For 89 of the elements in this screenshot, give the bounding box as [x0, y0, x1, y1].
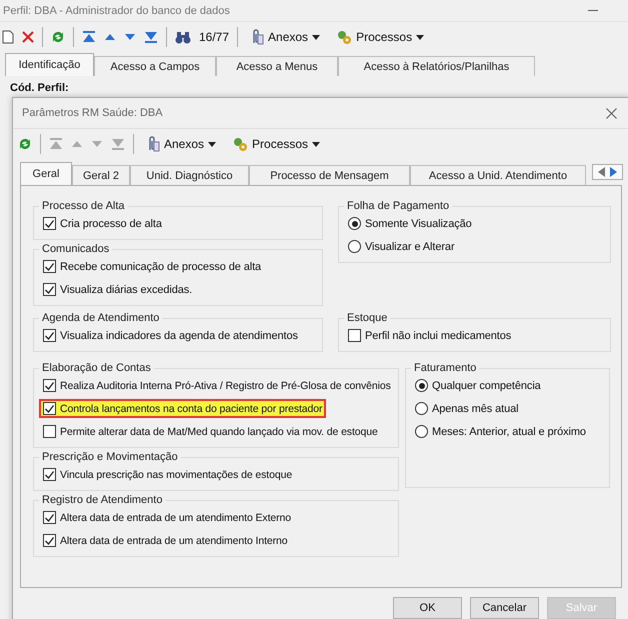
option-label[interactable]: Controla lançamentos na conta do paciente por prestador	[60, 402, 322, 414]
tab[interactable]: Acesso a Menus	[216, 56, 338, 76]
checkbox[interactable]	[43, 217, 56, 230]
checkbox[interactable]	[43, 260, 56, 273]
group-title: Folha de Pagamento	[346, 200, 450, 212]
checkmark-icon	[45, 220, 54, 228]
group-title: Comunicados	[41, 243, 110, 255]
checkmark-icon	[45, 536, 54, 544]
tab[interactable]: Geral	[20, 162, 72, 185]
checkmark-icon	[45, 286, 54, 294]
option-label[interactable]: Meses: Anterior, atual e próximo	[432, 426, 586, 438]
gears-icon	[232, 136, 248, 152]
radio-button[interactable]	[415, 379, 428, 392]
checkmark-icon	[45, 514, 54, 522]
radio-button[interactable]	[348, 240, 361, 253]
checkmark-icon	[45, 332, 54, 340]
radio-button[interactable]	[415, 402, 428, 415]
option-label[interactable]: Perfil não inclui medicamentos	[365, 330, 512, 342]
checkmark-icon	[45, 382, 54, 390]
group-title: Faturamento	[413, 362, 478, 374]
dialog-button[interactable]: Cancelar	[470, 597, 539, 619]
delete-icon[interactable]	[22, 31, 34, 43]
checkbox[interactable]	[43, 468, 56, 481]
last-record-icon[interactable]	[144, 31, 158, 43]
toolbar-menu[interactable]: Anexos	[142, 136, 220, 152]
window-title: Perfil: DBA - Administrador do banco de dados	[3, 4, 230, 16]
tab[interactable]: Acesso a Campos	[94, 56, 216, 76]
option-label[interactable]: Altera data de entrada de um atendimento Interno	[60, 534, 288, 546]
first-record-icon[interactable]	[82, 31, 96, 43]
field-label: Cód. Perfil:	[10, 82, 69, 94]
option-label[interactable]: Visualiza diárias excedidas.	[60, 284, 192, 296]
toolbar-menu[interactable]: Anexos	[246, 29, 324, 45]
tab[interactable]: Processo de Mensagem	[249, 165, 410, 185]
group-title: Registro de Atendimento	[41, 494, 164, 506]
scroll-right-icon[interactable]	[610, 167, 617, 177]
checkbox[interactable]	[43, 379, 56, 392]
previous-record-icon[interactable]	[104, 33, 116, 41]
checkbox[interactable]	[43, 425, 56, 438]
group-title: Agenda de Atendimento	[41, 312, 160, 324]
toolbar-menu[interactable]: Processos	[332, 29, 428, 45]
tab[interactable]: Acesso à Relatórios/Planilhas	[338, 56, 535, 76]
close-icon[interactable]	[606, 108, 617, 118]
group-title: Estoque	[346, 312, 388, 324]
tab[interactable]: Identificação	[5, 53, 94, 76]
checkbox[interactable]	[43, 329, 56, 342]
checkbox[interactable]	[348, 329, 361, 342]
group-title: Elaboração de Contas	[41, 362, 152, 374]
checkbox[interactable]	[43, 534, 56, 547]
tab-scroll-control[interactable]	[592, 164, 623, 180]
option-label[interactable]: Altera data de entrada de um atendimento Externo	[60, 512, 292, 524]
option-label[interactable]: Somente Visualização	[365, 218, 472, 230]
option-label[interactable]: Cria processo de alta	[60, 218, 162, 230]
checkmark-icon	[45, 262, 54, 270]
gears-icon	[336, 29, 352, 45]
option-label[interactable]: Qualquer competência	[432, 380, 541, 392]
option-label[interactable]: Visualiza indicadores da agenda de atendimentos	[60, 330, 298, 342]
caret-icon	[416, 34, 424, 40]
binoculars-icon[interactable]	[175, 30, 191, 44]
option-label[interactable]: Visualizar e Alterar	[365, 240, 455, 252]
new-document-icon[interactable]	[2, 30, 14, 44]
option-label[interactable]: Vincula prescrição nas movimentações de estoque	[60, 468, 292, 480]
next-record-icon[interactable]	[124, 33, 136, 41]
refresh-icon[interactable]	[18, 137, 32, 151]
checkmark-icon	[45, 404, 54, 412]
radio-button[interactable]	[415, 425, 428, 438]
refresh-icon[interactable]	[51, 30, 65, 44]
checkbox[interactable]	[43, 511, 56, 524]
option-label[interactable]: Permite alterar data de Mat/Med quando lançado via mov. de estoque	[60, 426, 378, 438]
checkmark-icon	[45, 470, 54, 478]
checkbox[interactable]	[43, 283, 56, 296]
record-counter: 16/77	[199, 30, 230, 44]
minimize-icon[interactable]	[588, 10, 598, 12]
option-label[interactable]: Realiza Auditoria Interna Pró-Ativa / Registro de Pré-Glosa de convênios	[60, 380, 391, 392]
caret-icon	[312, 142, 320, 146]
option-label[interactable]: Recebe comunicação de processo de alta	[60, 260, 262, 272]
group-title: Processo de Alta	[41, 200, 126, 212]
toolbar-menu[interactable]: Processos	[228, 136, 324, 152]
tab[interactable]: Acesso a Unid. Atendimento	[410, 165, 586, 185]
option-label[interactable]: Apenas mês atual	[432, 402, 518, 414]
group-title: Prescrição e Movimentação	[41, 451, 179, 463]
dialog-title: Parâmetros RM Saúde: DBA	[22, 107, 163, 119]
scroll-left-icon[interactable]	[598, 167, 605, 177]
caret-icon	[208, 142, 216, 146]
dialog-button[interactable]: OK	[393, 597, 462, 619]
tab[interactable]: Unid. Diagnóstico	[130, 165, 249, 185]
checkbox[interactable]	[43, 402, 56, 415]
caret-icon	[312, 34, 320, 40]
radio-button[interactable]	[348, 217, 361, 230]
tab[interactable]: Geral 2	[72, 165, 130, 185]
